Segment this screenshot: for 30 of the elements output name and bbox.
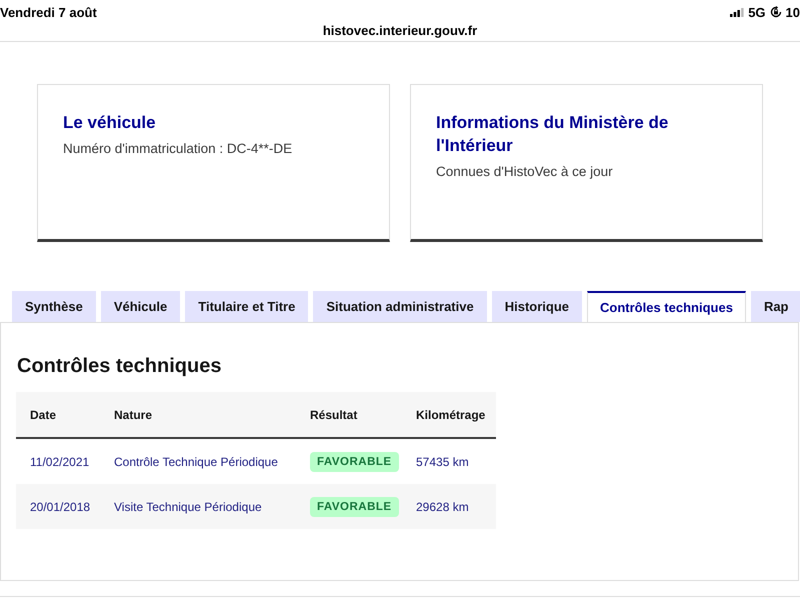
tab[interactable]: Rap	[750, 291, 800, 322]
card-text: Numéro d'immatriculation : DC-4**-DE	[63, 140, 294, 158]
table-cell-text: Visite Technique Périodique	[114, 498, 263, 516]
table-cell-text: 20/01/2018	[29, 498, 92, 516]
card-title: Le véhicule	[63, 112, 157, 134]
table-cell-text: Contrôle Technique Périodique	[114, 454, 279, 470]
tab[interactable]: Historique	[492, 291, 582, 322]
tab[interactable]: Situation administrative	[313, 291, 487, 322]
table-cell-text: 11/02/2021	[29, 454, 90, 470]
rotation-lock-icon	[770, 6, 782, 18]
column-header: Nature	[114, 406, 154, 424]
tab[interactable]: Contrôles techniques	[587, 291, 746, 322]
signal-icon	[730, 8, 744, 16]
column-header: Kilométrage	[416, 406, 486, 424]
tab[interactable]: Véhicule	[100, 291, 180, 322]
column-header: Date	[29, 406, 58, 424]
network-label: 5G	[748, 6, 766, 18]
battery-percent: 10	[786, 6, 800, 18]
page-url[interactable]: histovec.interieur.gouv.fr	[322, 24, 478, 39]
table-cell-text: 29628 km	[416, 498, 470, 516]
status-date: Vendredi 7 août	[0, 6, 97, 18]
tab[interactable]: Synthèse	[12, 291, 96, 322]
result-badge: FAVORABLE	[310, 452, 399, 472]
section-heading: Contrôles techniques	[16, 354, 222, 379]
card-title: Informations du Ministère de l'Intérieur	[436, 112, 670, 157]
result-badge: FAVORABLE	[310, 496, 399, 516]
column-header: Résultat	[310, 406, 358, 424]
card-text: Connues d'HistoVec à ce jour	[436, 163, 614, 181]
table-cell-text: 57435 km	[416, 454, 470, 470]
tab[interactable]: Titulaire et Titre	[185, 291, 308, 322]
